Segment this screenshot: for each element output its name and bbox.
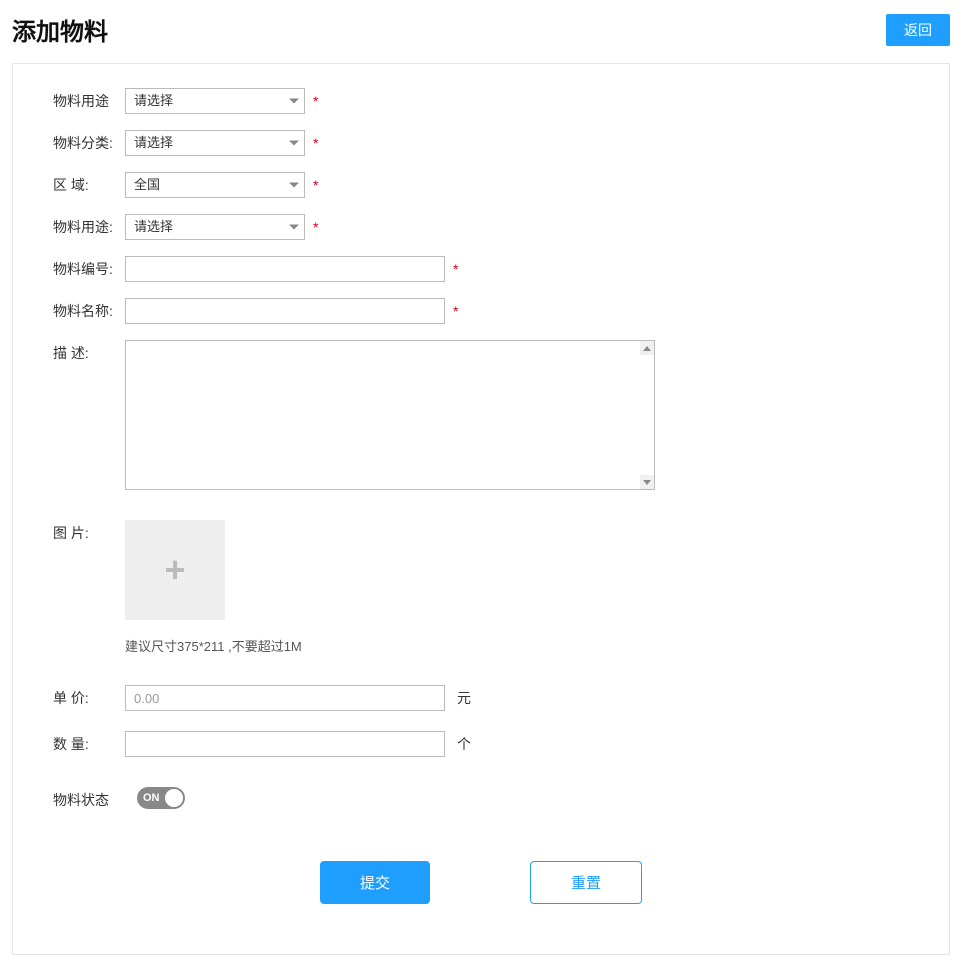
label-status: 物料状态 bbox=[53, 787, 125, 813]
scroll-down-icon[interactable] bbox=[640, 475, 654, 489]
label-purpose1: 物料用途 bbox=[53, 88, 125, 114]
required-mark: * bbox=[313, 130, 318, 156]
input-name[interactable] bbox=[125, 298, 445, 324]
select-region[interactable]: 全国 bbox=[125, 172, 305, 198]
select-category-value: 请选择 bbox=[125, 130, 305, 156]
unit-qty: 个 bbox=[457, 731, 471, 757]
required-mark: * bbox=[313, 172, 318, 198]
input-price[interactable] bbox=[125, 685, 445, 711]
page-title: 添加物料 bbox=[12, 12, 108, 47]
label-name: 物料名称: bbox=[53, 298, 125, 324]
required-mark: * bbox=[453, 256, 458, 282]
label-code: 物料编号: bbox=[53, 256, 125, 282]
label-category: 物料分类: bbox=[53, 130, 125, 156]
required-mark: * bbox=[313, 88, 318, 114]
required-mark: * bbox=[453, 298, 458, 324]
input-qty[interactable] bbox=[125, 731, 445, 757]
label-desc: 描 述: bbox=[53, 340, 125, 366]
select-category[interactable]: 请选择 bbox=[125, 130, 305, 156]
textarea-desc[interactable] bbox=[125, 340, 655, 490]
toggle-status[interactable]: ON bbox=[137, 787, 185, 809]
select-region-value: 全国 bbox=[125, 172, 305, 198]
unit-price: 元 bbox=[457, 685, 471, 711]
reset-button[interactable]: 重置 bbox=[530, 861, 642, 904]
label-qty: 数 量: bbox=[53, 731, 125, 757]
label-purpose2: 物料用途: bbox=[53, 214, 125, 240]
select-purpose2[interactable]: 请选择 bbox=[125, 214, 305, 240]
plus-icon: + bbox=[164, 552, 185, 588]
input-code[interactable] bbox=[125, 256, 445, 282]
label-image: 图 片: bbox=[53, 520, 125, 546]
select-purpose2-value: 请选择 bbox=[125, 214, 305, 240]
label-price: 单 价: bbox=[53, 685, 125, 711]
submit-button[interactable]: 提交 bbox=[320, 861, 430, 904]
select-purpose1[interactable]: 请选择 bbox=[125, 88, 305, 114]
label-region: 区 域: bbox=[53, 172, 125, 198]
back-button[interactable]: 返回 bbox=[886, 14, 950, 46]
image-hint: 建议尺寸375*211 ,不要超过1M bbox=[125, 636, 302, 655]
toggle-knob bbox=[165, 789, 183, 807]
required-mark: * bbox=[313, 214, 318, 240]
select-purpose1-value: 请选择 bbox=[125, 88, 305, 114]
image-upload-box[interactable]: + bbox=[125, 520, 225, 620]
toggle-on-label: ON bbox=[137, 792, 160, 804]
form-panel: 物料用途 请选择 * 物料分类: 请选择 * 区 域: 全国 * bbox=[12, 63, 950, 955]
scroll-up-icon[interactable] bbox=[640, 341, 654, 355]
